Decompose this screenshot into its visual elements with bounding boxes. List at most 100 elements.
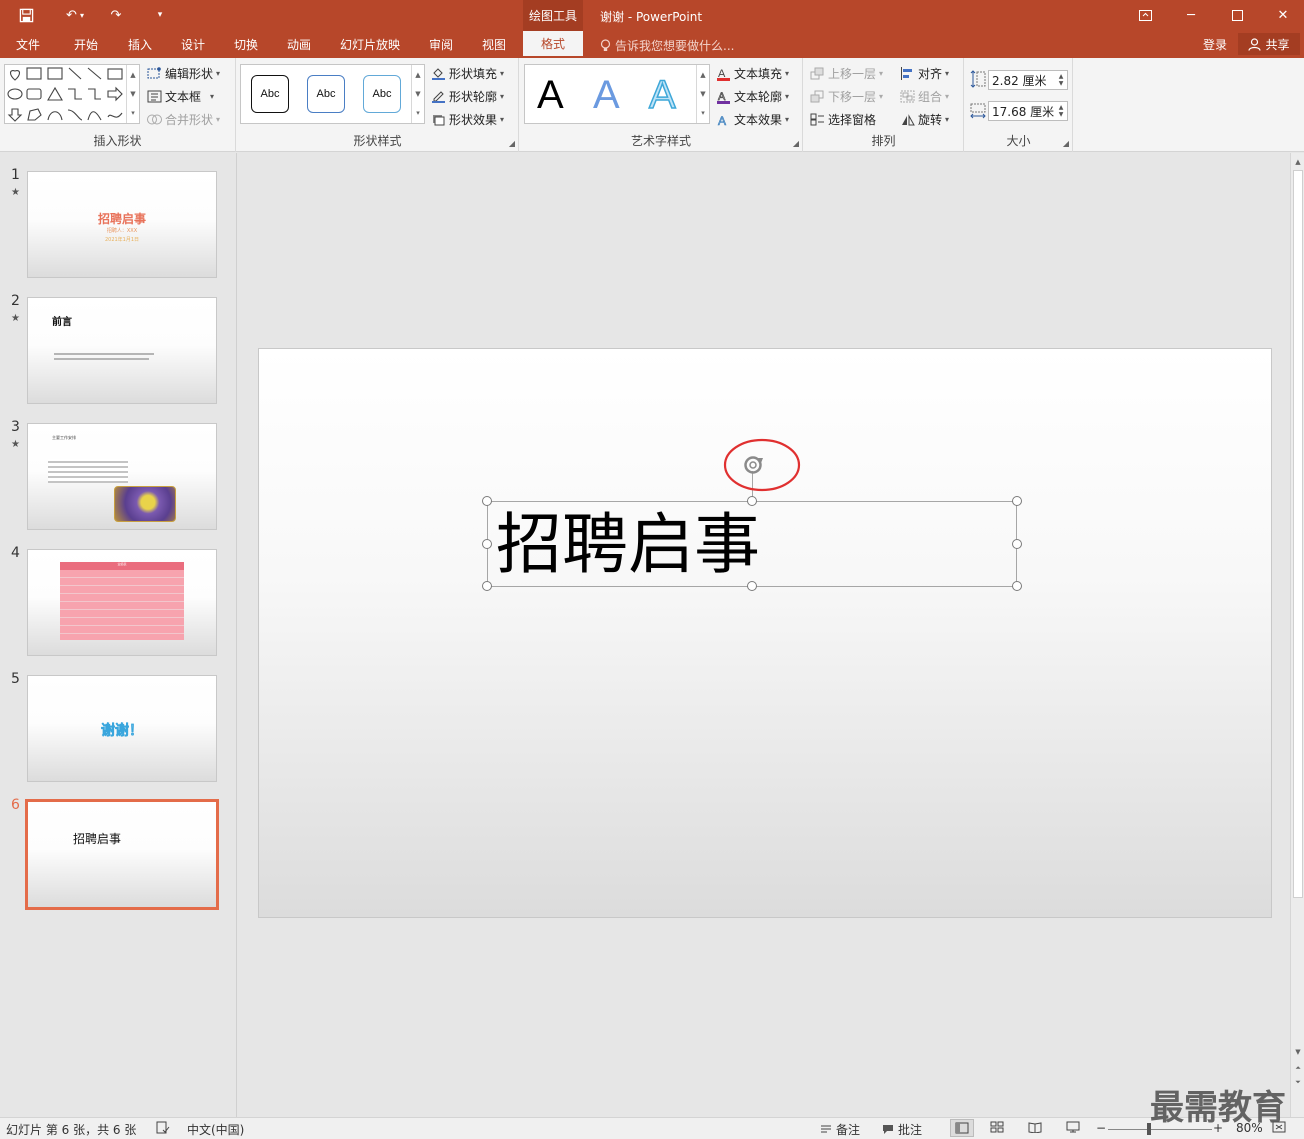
scrollbar-thumb[interactable] xyxy=(1293,170,1303,898)
wordart-gallery[interactable]: A A A ▲ ▼ ▾ xyxy=(524,64,710,124)
shape-style-3[interactable]: Abc xyxy=(363,75,401,113)
resize-handle-bottom-left[interactable] xyxy=(482,581,492,591)
resize-handle-right[interactable] xyxy=(1012,539,1022,549)
wordart-style-outline[interactable]: A xyxy=(648,72,676,118)
vertical-scrollbar[interactable]: ▲ ▼ ⏶ ⏷ xyxy=(1290,153,1304,1117)
tab-insert[interactable]: 插入 xyxy=(128,36,152,53)
text-fill-button[interactable]: A 文本填充 ▾ xyxy=(716,65,789,82)
slide-thumbnail-1[interactable]: 招聘启事 招聘人：XXX 2021年1月1日 xyxy=(27,171,217,278)
slide-thumbnail-4[interactable]: 业绩表 xyxy=(27,549,217,656)
tab-file[interactable]: 文件 xyxy=(16,36,40,53)
resize-handle-top-right[interactable] xyxy=(1012,496,1022,506)
shape-width-input[interactable]: 17.68 厘米 ▲ ▼ xyxy=(988,101,1068,121)
tab-transitions[interactable]: 切换 xyxy=(234,36,258,53)
wordart-gallery-scroll[interactable]: ▲ ▼ ▾ xyxy=(696,65,709,123)
slide-thumbnail-2[interactable]: 前言 xyxy=(27,297,217,404)
shapes-gallery[interactable]: ▲ ▼ ▾ xyxy=(4,64,140,124)
customize-qat-icon[interactable]: ▾ xyxy=(150,4,170,26)
comments-button[interactable]: 批注 xyxy=(882,1121,922,1138)
minimize-icon[interactable]: ─ xyxy=(1168,0,1214,31)
resize-handle-left[interactable] xyxy=(482,539,492,549)
send-backward-button[interactable]: 下移一层 ▾ xyxy=(810,88,883,105)
spell-check-icon[interactable] xyxy=(156,1121,170,1134)
width-spinner[interactable]: ▲ ▼ xyxy=(1055,102,1067,120)
tab-view[interactable]: 视图 xyxy=(482,36,506,53)
login-link[interactable]: 登录 xyxy=(1203,36,1227,53)
slide-title-text[interactable]: 招聘启事 xyxy=(496,507,760,583)
shape-style-1[interactable]: Abc xyxy=(251,75,289,113)
resize-handle-top[interactable] xyxy=(747,496,757,506)
shape-styles-launcher-icon[interactable]: ◢ xyxy=(509,139,515,148)
save-icon[interactable] xyxy=(14,4,38,26)
resize-handle-bottom[interactable] xyxy=(747,581,757,591)
tab-home[interactable]: 开始 xyxy=(74,36,98,53)
reading-view-button[interactable] xyxy=(1028,1121,1042,1133)
slide-number-6: 6 xyxy=(11,797,20,813)
zoom-out-button[interactable]: − xyxy=(1096,1121,1106,1135)
slide-2-title: 前言 xyxy=(52,317,72,328)
zoom-slider[interactable] xyxy=(1108,1129,1212,1130)
tab-review[interactable]: 审阅 xyxy=(429,36,453,53)
shape-style-2[interactable]: Abc xyxy=(307,75,345,113)
group-button[interactable]: 组合 ▾ xyxy=(900,88,949,105)
slide-5-title: 谢谢！ xyxy=(101,723,144,740)
bring-forward-icon xyxy=(810,67,825,80)
text-box-button[interactable]: 文本框 ▾ xyxy=(147,88,214,105)
resize-handle-top-left[interactable] xyxy=(482,496,492,506)
shape-fill-button[interactable]: 形状填充 ▾ xyxy=(431,65,504,82)
title-textbox[interactable]: 招聘启事 xyxy=(482,496,1022,591)
language-indicator[interactable]: 中文(中国) xyxy=(187,1121,244,1138)
slide-thumbnail-6[interactable]: 招聘启事 xyxy=(25,799,219,910)
wordart-style-blue[interactable]: A xyxy=(593,73,620,118)
next-slide-icon[interactable]: ⏷ xyxy=(1291,1075,1304,1089)
scroll-up-icon[interactable]: ▲ xyxy=(1291,155,1304,169)
text-effects-button[interactable]: A 文本效果 ▾ xyxy=(716,111,789,128)
notes-label: 备注 xyxy=(836,1123,861,1137)
wordart-style-black[interactable]: A xyxy=(537,73,564,118)
tab-design[interactable]: 设计 xyxy=(181,36,205,53)
close-icon[interactable]: ✕ xyxy=(1260,0,1304,31)
merge-shapes-icon xyxy=(147,113,162,126)
rotate-label: 旋转 xyxy=(918,113,943,127)
scroll-down-icon[interactable]: ▼ xyxy=(1291,1045,1304,1059)
bring-forward-button[interactable]: 上移一层 ▾ xyxy=(810,65,883,82)
normal-view-button[interactable] xyxy=(950,1119,974,1137)
previous-slide-icon[interactable]: ⏶ xyxy=(1291,1061,1304,1075)
person-icon xyxy=(1248,37,1262,51)
height-spinner[interactable]: ▲ ▼ xyxy=(1055,71,1067,89)
notes-button[interactable]: 备注 xyxy=(820,1121,860,1138)
tab-format[interactable]: 格式 xyxy=(523,31,583,58)
slide-canvas[interactable]: 招聘启事 xyxy=(258,348,1272,918)
text-outline-icon: A xyxy=(716,90,731,104)
slide-thumbnail-3[interactable]: 主要工作安排 xyxy=(27,423,217,530)
size-launcher-icon[interactable]: ◢ xyxy=(1063,139,1069,148)
shape-outline-button[interactable]: 形状轮廓 ▾ xyxy=(431,88,504,105)
wordart-launcher-icon[interactable]: ◢ xyxy=(793,139,799,148)
maximize-icon[interactable] xyxy=(1214,0,1260,31)
undo-icon[interactable]: ↶ ▾ xyxy=(58,4,92,26)
shapes-gallery-scroll[interactable]: ▲ ▼ ▾ xyxy=(126,65,139,123)
text-outline-button[interactable]: A 文本轮廓 ▾ xyxy=(716,88,789,105)
merge-shapes-button[interactable]: 合并形状 ▾ xyxy=(147,111,220,128)
slide-sorter-button[interactable] xyxy=(990,1121,1004,1133)
shape-height-input[interactable]: 2.82 厘米 ▲ ▼ xyxy=(988,70,1068,90)
rotate-button[interactable]: 旋转 ▾ xyxy=(900,111,949,128)
tab-slideshow[interactable]: 幻灯片放映 xyxy=(340,36,400,53)
redo-icon[interactable]: ↷ xyxy=(104,4,128,26)
tab-animations[interactable]: 动画 xyxy=(287,36,311,53)
slide-counter: 幻灯片 第 6 张，共 6 张 xyxy=(6,1123,137,1137)
ribbon-display-options-icon[interactable] xyxy=(1122,0,1168,31)
share-button[interactable]: 共享 xyxy=(1238,33,1300,55)
edit-shape-button[interactable]: 编辑形状 ▾ xyxy=(147,65,220,82)
slide-thumbnail-5[interactable]: 谢谢！ xyxy=(27,675,217,782)
text-fill-icon: A xyxy=(716,67,731,81)
tell-me-search[interactable]: 告诉我您想要做什么... xyxy=(600,37,734,54)
slideshow-button[interactable] xyxy=(1066,1121,1080,1133)
resize-handle-bottom-right[interactable] xyxy=(1012,581,1022,591)
shape-styles-scroll[interactable]: ▲ ▼ ▾ xyxy=(411,65,424,123)
shape-effects-button[interactable]: 形状效果 ▾ xyxy=(431,111,504,128)
shape-styles-gallery[interactable]: Abc Abc Abc ▲ ▼ ▾ xyxy=(240,64,425,124)
selection-pane-button[interactable]: 选择窗格 xyxy=(810,111,876,128)
align-button[interactable]: 对齐 ▾ xyxy=(900,65,949,82)
shape-outline-label: 形状轮廓 xyxy=(449,90,498,104)
